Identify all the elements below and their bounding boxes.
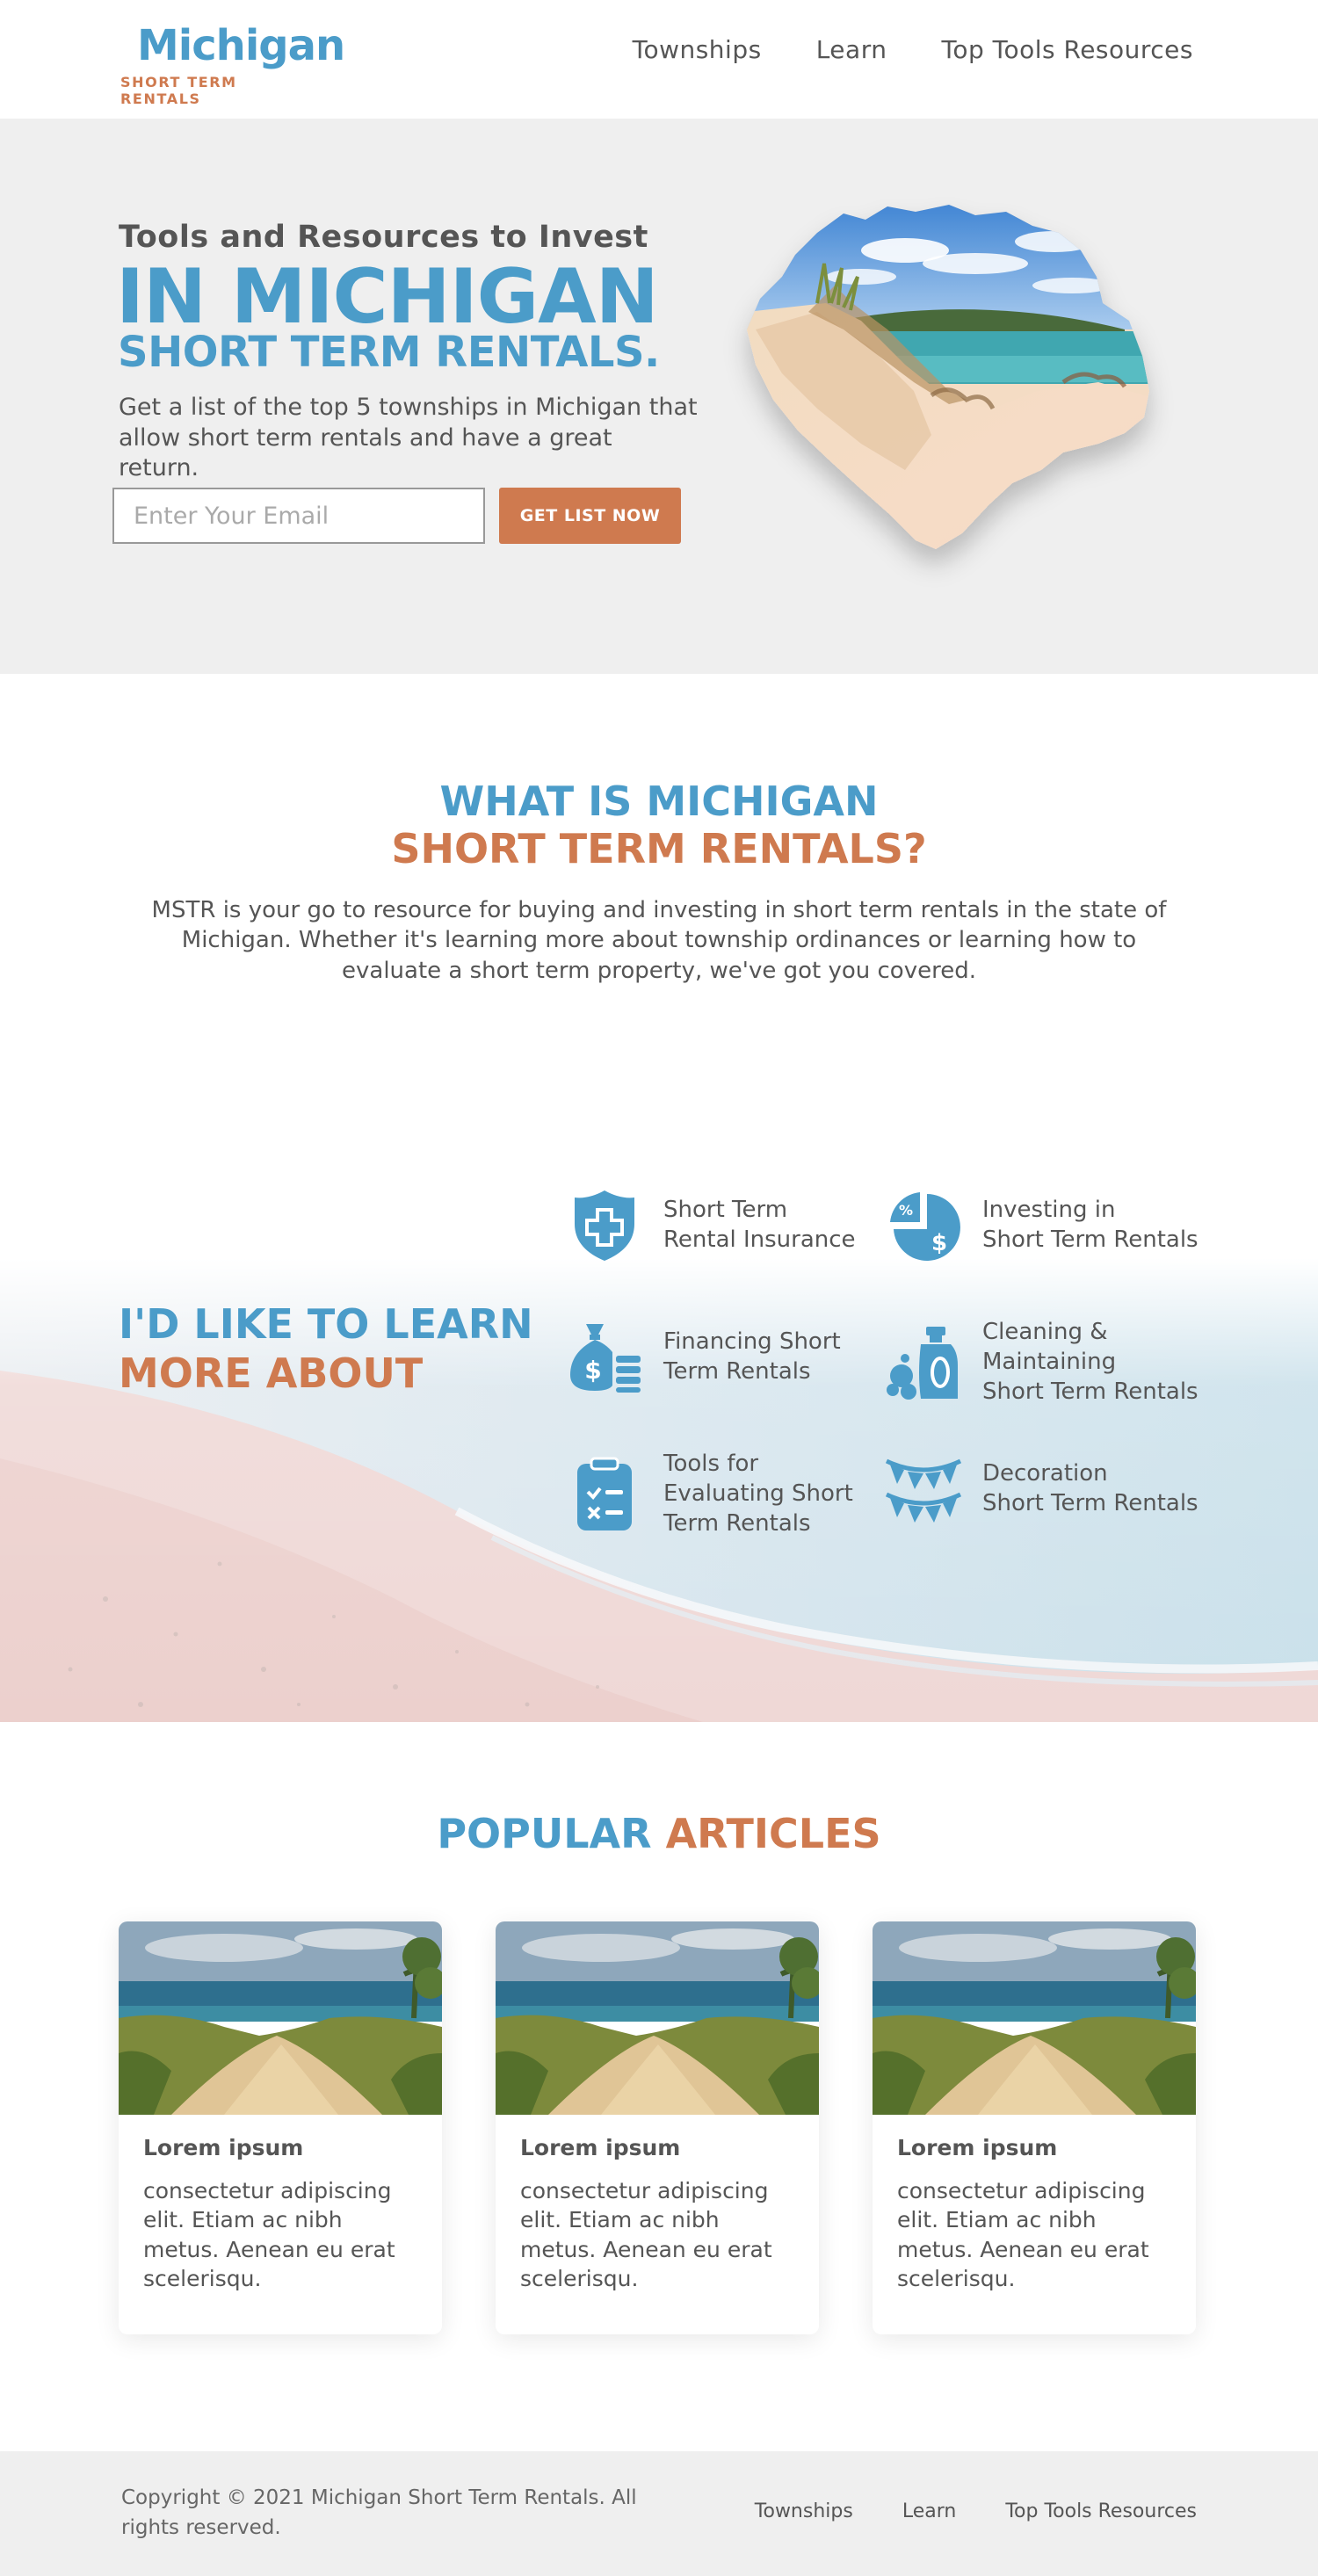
footer-link-learn[interactable]: Learn <box>902 2500 957 2522</box>
topic-label: Investing in Short Term Rentals <box>982 1197 1199 1253</box>
topic-cleaning-maintaining[interactable]: Cleaning & Maintaining Short Term Rental… <box>884 1318 1199 1407</box>
article-image <box>496 1921 819 2115</box>
hero-section: Tools and Resources to Invest IN MICHIGA… <box>0 119 1318 674</box>
learn-section: I'D LIKE TO LEARN MORE ABOUT Short Term … <box>0 1142 1318 1722</box>
article-image <box>119 1921 442 2115</box>
about-title: WHAT IS MICHIGAN <box>439 778 879 825</box>
article-excerpt: consectetur adipiscing elit. Etiam ac ni… <box>520 2178 772 2291</box>
svg-text:%: % <box>899 1202 913 1219</box>
footer-link-top-tools-resources[interactable]: Top Tools Resources <box>1005 2500 1197 2522</box>
get-list-button[interactable]: GET LIST NOW <box>499 488 681 544</box>
topic-investing[interactable]: % $ Investing in Short Term Rentals <box>884 1186 1199 1265</box>
article-card[interactable]: Lorem ipsum consectetur adipiscing elit.… <box>119 1921 442 2334</box>
article-title: Lorem ipsum <box>897 2135 1058 2160</box>
hero-subtitle: SHORT TERM RENTALS. <box>118 328 660 377</box>
articles-title-blue: POPULAR <box>437 1810 652 1857</box>
topic-label: Short Term Rental Insurance <box>663 1197 856 1253</box>
site-header: Michigan SHORT TERM RENTALS Townships Le… <box>0 0 1318 119</box>
nav-link-townships[interactable]: Townships <box>633 35 762 64</box>
footer-nav: Townships Learn Top Tools Resources <box>755 2500 1197 2522</box>
topic-short-term-rental-insurance[interactable]: Short Term Rental Insurance <box>565 1186 856 1265</box>
hero-title: IN MICHIGAN <box>116 253 659 341</box>
topic-evaluation-tools[interactable]: Tools for Evaluating Short Term Rentals <box>565 1450 853 1538</box>
dune-beach-image <box>747 205 1149 549</box>
nav-link-learn[interactable]: Learn <box>816 35 887 64</box>
hero-kicker: Tools and Resources to Invest <box>119 220 648 255</box>
topic-label: Cleaning & Maintaining Short Term Rental… <box>982 1319 1199 1405</box>
article-excerpt: consectetur adipiscing elit. Etiam ac ni… <box>143 2178 395 2291</box>
clipboard-checklist-icon <box>565 1455 644 1534</box>
hero-description: Get a list of the top 5 townships in Mic… <box>119 394 698 482</box>
about-subtitle: SHORT TERM RENTALS? <box>391 825 927 872</box>
site-logo[interactable]: Michigan SHORT TERM RENTALS <box>120 19 345 107</box>
article-excerpt: consectetur adipiscing elit. Etiam ac ni… <box>897 2178 1149 2291</box>
articles-section: POPULAR ARTICLES Lorem ipsum consectetur… <box>0 1722 1318 2451</box>
footer-link-townships[interactable]: Townships <box>755 2500 853 2522</box>
article-title: Lorem ipsum <box>143 2135 304 2160</box>
article-title: Lorem ipsum <box>520 2135 681 2160</box>
site-footer: Copyright © 2021 Michigan Short Term Ren… <box>0 2451 1318 2576</box>
about-text: MSTR is your go to resource for buying a… <box>151 897 1167 984</box>
main-nav: Townships Learn Top Tools Resources <box>633 35 1193 64</box>
nav-link-top-tools-resources[interactable]: Top Tools Resources <box>941 35 1193 64</box>
svg-text:$: $ <box>931 1230 947 1256</box>
about-section: WHAT IS MICHIGAN SHORT TERM RENTALS? MST… <box>0 674 1318 1201</box>
bunting-icon <box>884 1450 963 1529</box>
article-card[interactable]: Lorem ipsum consectetur adipiscing elit.… <box>873 1921 1196 2334</box>
shield-plus-icon <box>565 1186 644 1265</box>
cleaning-spray-icon <box>884 1323 963 1402</box>
learn-subtitle: MORE ABOUT <box>119 1350 424 1397</box>
topic-financing[interactable]: $ Financing Short Term Rentals <box>565 1318 841 1397</box>
copyright-text: Copyright © 2021 Michigan Short Term Ren… <box>121 2486 637 2540</box>
learn-title: I'D LIKE TO LEARN <box>119 1300 533 1348</box>
topic-decoration[interactable]: Decoration Short Term Rentals <box>884 1450 1199 1529</box>
article-card[interactable]: Lorem ipsum consectetur adipiscing elit.… <box>496 1921 819 2334</box>
article-image <box>873 1921 1196 2115</box>
money-bag-icon: $ <box>565 1318 644 1397</box>
logo-wordmark: Michigan <box>137 21 345 70</box>
topic-label: Decoration Short Term Rentals <box>982 1460 1199 1516</box>
logo-tagline: SHORT TERM RENTALS <box>120 74 237 107</box>
articles-title: POPULAR ARTICLES <box>0 1810 1318 1857</box>
topic-label: Financing Short Term Rentals <box>663 1328 841 1385</box>
articles-title-orange: ARTICLES <box>665 1810 881 1857</box>
pie-dollar-icon: % $ <box>884 1186 963 1265</box>
topic-label: Tools for Evaluating Short Term Rentals <box>663 1451 853 1537</box>
email-input[interactable] <box>112 488 485 544</box>
svg-text:$: $ <box>584 1356 601 1385</box>
